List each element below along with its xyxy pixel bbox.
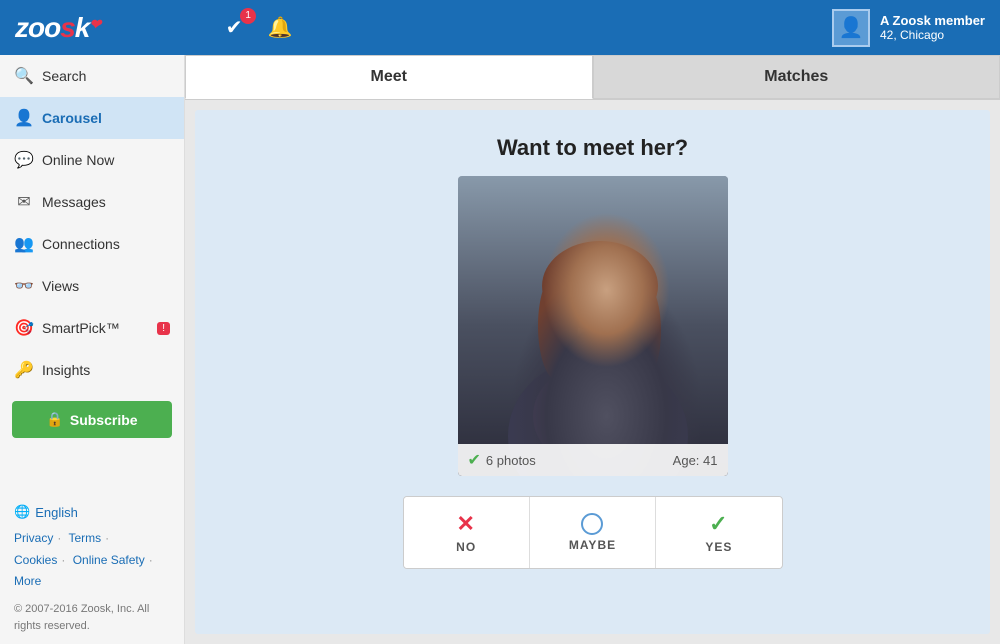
photo-count: ✔ 6 photos bbox=[468, 450, 536, 470]
sidebar-item-connections-label: Connections bbox=[42, 236, 120, 252]
no-label: NO bbox=[456, 540, 476, 554]
header-icons: ✔ 1 🔔 bbox=[220, 14, 294, 42]
cookies-link[interactable]: Cookies bbox=[14, 553, 57, 567]
terms-link[interactable]: Terms bbox=[68, 531, 101, 545]
messages-icon: ✉ bbox=[14, 192, 34, 212]
yes-label: YES bbox=[705, 540, 732, 554]
online-now-icon: 💬 bbox=[14, 150, 34, 170]
user-avatar: 👤 bbox=[832, 9, 870, 47]
sidebar-item-online-now[interactable]: 💬 Online Now bbox=[0, 139, 184, 181]
sidebar-footer: 🌐 English Privacy· Terms· Cookies· Onlin… bbox=[0, 494, 184, 634]
sidebar-item-smartpick[interactable]: 🎯 SmartPick™ ! bbox=[0, 307, 184, 349]
bell-icon: 🔔 bbox=[266, 14, 294, 42]
notifications-icon-wrap[interactable]: ✔ 1 bbox=[220, 14, 248, 42]
no-button[interactable]: ✕ NO bbox=[404, 497, 530, 568]
maybe-button[interactable]: MAYBE bbox=[530, 497, 656, 568]
maybe-label: MAYBE bbox=[569, 538, 616, 552]
sidebar-item-insights[interactable]: 🔑 Insights bbox=[0, 349, 184, 391]
sidebar-item-search-label: Search bbox=[42, 68, 86, 84]
views-icon: 👓 bbox=[14, 276, 34, 296]
connections-icon: 👥 bbox=[14, 234, 34, 254]
copyright: © 2007-2016 Zoosk, Inc. All rights reser… bbox=[14, 601, 170, 634]
no-icon: ✕ bbox=[456, 511, 475, 537]
sidebar-item-carousel-label: Carousel bbox=[42, 110, 102, 126]
photo-age: Age: 41 bbox=[673, 453, 718, 468]
main-content: Meet Matches Want to meet her? bbox=[185, 55, 1000, 644]
language-selector[interactable]: 🌐 English bbox=[14, 504, 170, 520]
sidebar-item-smartpick-label: SmartPick™ bbox=[42, 320, 120, 336]
logo[interactable]: zoosk ❤ bbox=[15, 12, 100, 44]
verified-icon: ✔ bbox=[468, 450, 481, 470]
notification-badge: 1 bbox=[240, 8, 256, 24]
yes-button[interactable]: ✓ YES bbox=[656, 497, 781, 568]
photo-card[interactable]: ✔ 6 photos Age: 41 bbox=[458, 176, 728, 476]
globe-icon: 🌐 bbox=[14, 504, 30, 520]
tabs: Meet Matches bbox=[185, 55, 1000, 100]
sidebar-item-views-label: Views bbox=[42, 278, 79, 294]
photo-overlay: ✔ 6 photos Age: 41 bbox=[458, 444, 728, 476]
smartpick-badge: ! bbox=[157, 322, 170, 335]
user-name: A Zoosk member bbox=[880, 13, 985, 28]
footer-links: Privacy· Terms· Cookies· Online Safety· … bbox=[14, 528, 170, 593]
sidebar-item-views[interactable]: 👓 Views bbox=[0, 265, 184, 307]
carousel-icon: 👤 bbox=[14, 108, 34, 128]
user-info[interactable]: 👤 A Zoosk member 42, Chicago bbox=[832, 9, 985, 47]
more-link[interactable]: More bbox=[14, 574, 41, 588]
logo-heart: ❤ bbox=[89, 16, 100, 33]
tab-meet[interactable]: Meet bbox=[185, 55, 593, 99]
sidebar-item-search[interactable]: 🔍 Search bbox=[0, 55, 184, 97]
language-label: English bbox=[35, 505, 78, 520]
bell-icon-wrap[interactable]: 🔔 bbox=[266, 14, 294, 42]
sidebar: 🔍 Search 👤 Carousel 💬 Online Now ✉ Messa… bbox=[0, 55, 185, 644]
header: zoosk ❤ ✔ 1 🔔 👤 A Zoosk member 42, Chica… bbox=[0, 0, 1000, 55]
privacy-link[interactable]: Privacy bbox=[14, 531, 53, 545]
sidebar-item-insights-label: Insights bbox=[42, 362, 90, 378]
action-buttons: ✕ NO MAYBE ✓ YES bbox=[403, 496, 783, 569]
sidebar-item-carousel[interactable]: 👤 Carousel bbox=[0, 97, 184, 139]
search-icon: 🔍 bbox=[14, 66, 34, 86]
yes-icon: ✓ bbox=[709, 511, 728, 537]
card-title: Want to meet her? bbox=[497, 135, 688, 161]
sidebar-item-messages[interactable]: ✉ Messages bbox=[0, 181, 184, 223]
sidebar-item-online-now-label: Online Now bbox=[42, 152, 114, 168]
smartpick-icon: 🎯 bbox=[14, 318, 34, 338]
insights-icon: 🔑 bbox=[14, 360, 34, 380]
tab-matches[interactable]: Matches bbox=[593, 55, 1000, 99]
lock-icon: 🔒 bbox=[46, 411, 63, 428]
sidebar-item-messages-label: Messages bbox=[42, 194, 106, 210]
layout: 🔍 Search 👤 Carousel 💬 Online Now ✉ Messa… bbox=[0, 55, 1000, 644]
photo-count-label: 6 photos bbox=[486, 453, 536, 468]
user-meta: 42, Chicago bbox=[880, 28, 985, 42]
sidebar-item-connections[interactable]: 👥 Connections bbox=[0, 223, 184, 265]
maybe-icon bbox=[581, 513, 603, 535]
card-area: Want to meet her? bbox=[195, 110, 990, 634]
profile-photo bbox=[458, 176, 728, 476]
subscribe-button[interactable]: 🔒 Subscribe bbox=[12, 401, 172, 438]
online-safety-link[interactable]: Online Safety bbox=[73, 553, 145, 567]
user-text: A Zoosk member 42, Chicago bbox=[880, 13, 985, 42]
subscribe-label: Subscribe bbox=[70, 412, 138, 428]
